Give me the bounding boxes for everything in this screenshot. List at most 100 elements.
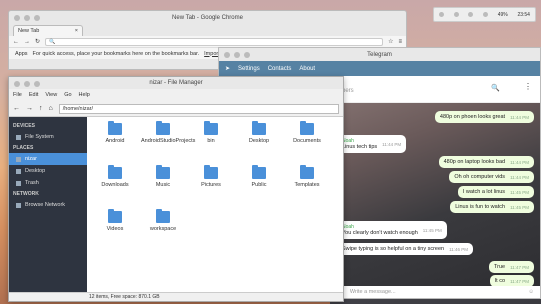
- chrome-titlebar[interactable]: New Tab - Google Chrome: [9, 11, 406, 25]
- message-input[interactable]: Write a message...: [350, 289, 523, 295]
- close-window-button[interactable]: [14, 81, 20, 87]
- emoji-icon[interactable]: ☺: [528, 289, 534, 295]
- file-item-label: Templates: [294, 182, 320, 188]
- message-time: 11:47 PM: [510, 278, 529, 284]
- chat-message[interactable]: Oh oh computer vids 11:44 PM: [449, 171, 534, 183]
- menu-file[interactable]: File: [13, 92, 22, 98]
- menu-go[interactable]: Go: [64, 92, 71, 98]
- tab-close-icon[interactable]: ×: [75, 28, 78, 34]
- sidebar-header-places: PLACES: [13, 145, 34, 151]
- chat-message[interactable]: Noah Linus tech tips 11:44 PM: [337, 135, 407, 153]
- chat-message[interactable]: Noah You clearly don't watch enough 11:45 …: [337, 221, 447, 239]
- close-window-button[interactable]: [224, 52, 230, 58]
- menu-contacts[interactable]: Contacts: [268, 66, 292, 72]
- folder-icon: [156, 209, 170, 223]
- telegram-menu: ➤ Settings Contacts About: [219, 61, 540, 76]
- sidebar-item-trash[interactable]: Trash: [9, 177, 87, 189]
- file-item-label: Downloads: [101, 182, 129, 188]
- reload-icon[interactable]: ↻: [35, 38, 40, 45]
- sidebar-item-browse-network[interactable]: Browse Network: [9, 199, 87, 211]
- search-icon[interactable]: 🔍: [491, 84, 500, 92]
- sidebar-item-desktop[interactable]: Desktop: [9, 165, 87, 177]
- back-icon[interactable]: ←: [13, 105, 20, 112]
- tray-icon-1[interactable]: [439, 12, 444, 17]
- message-time: 11:45 PM: [510, 204, 529, 210]
- more-icon[interactable]: ⋮: [524, 82, 532, 91]
- menu-icon[interactable]: ≡: [398, 39, 402, 45]
- chat-header[interactable]: ツ mbers 🔍 ⋮: [331, 76, 540, 103]
- message-time: 11:44 PM: [510, 174, 529, 180]
- path-field[interactable]: /home/nizar/: [58, 103, 339, 114]
- menu-help[interactable]: Help: [79, 92, 90, 98]
- file-item[interactable]: Templates: [285, 165, 329, 188]
- file-item[interactable]: Downloads: [93, 165, 137, 188]
- menu-about[interactable]: About: [299, 66, 315, 72]
- maximize-window-button[interactable]: [34, 15, 40, 21]
- clock[interactable]: 23:54: [517, 12, 530, 18]
- network-icon: [16, 202, 21, 208]
- minimize-window-button[interactable]: [234, 52, 240, 58]
- chat-title: ツ: [337, 79, 534, 88]
- address-bar[interactable]: 🔍: [45, 37, 384, 46]
- file-item[interactable]: Music: [141, 165, 185, 188]
- message-input-bar[interactable]: 📎 Write a message... ☺: [331, 286, 540, 298]
- star-icon[interactable]: ☆: [388, 38, 393, 45]
- chat-message[interactable]: 480p on phoen looks great 11:44 PM: [434, 111, 534, 123]
- message-time: 11:45 PM: [422, 227, 442, 233]
- tab-new-tab[interactable]: New Tab ×: [13, 25, 83, 36]
- folder-icon: [204, 165, 218, 179]
- maximize-window-button[interactable]: [244, 52, 250, 58]
- telegram-logo-icon: ➤: [225, 66, 231, 72]
- folder-icon: [156, 121, 170, 135]
- folder-icon: [108, 165, 122, 179]
- chat-message[interactable]: Linus is fun to watch 11:45 PM: [450, 201, 534, 213]
- message-time: 11:44 PM: [510, 159, 529, 165]
- apps-shortcut[interactable]: Apps: [15, 51, 28, 57]
- file-item[interactable]: bin: [189, 121, 233, 144]
- chat-message[interactable]: True 11:47 PM: [488, 261, 534, 273]
- fm-title: nizar - File Manager: [149, 80, 203, 86]
- file-item[interactable]: Videos: [93, 209, 137, 232]
- fm-toolbar: ← → ↑ ⌂ /home/nizar/: [9, 101, 343, 117]
- close-window-button[interactable]: [14, 15, 20, 21]
- folder-icon: [108, 121, 122, 135]
- forward-icon[interactable]: →: [24, 39, 30, 45]
- file-item[interactable]: Public: [237, 165, 281, 188]
- message-time: 11:47 PM: [510, 264, 529, 270]
- chat-message[interactable]: Swipe typing is so helpful on a tiny scr…: [337, 243, 474, 255]
- chat-message[interactable]: I watch a lot linus 11:45 PM: [457, 186, 534, 198]
- folder-icon: [252, 165, 266, 179]
- volume-icon[interactable]: [468, 12, 474, 17]
- sidebar-item-filesystem[interactable]: File System: [9, 131, 87, 143]
- network-icon[interactable]: [483, 12, 489, 17]
- file-item[interactable]: Desktop: [237, 121, 281, 144]
- home-icon[interactable]: ⌂: [49, 105, 53, 112]
- file-item[interactable]: Documents: [285, 121, 329, 144]
- chat-message[interactable]: 480p on laptop looks bad 11:44 PM: [438, 156, 534, 168]
- forward-icon[interactable]: →: [26, 105, 33, 112]
- menu-edit[interactable]: Edit: [29, 92, 38, 98]
- fm-titlebar[interactable]: nizar - File Manager: [9, 77, 343, 89]
- sidebar-item-home[interactable]: nizar: [9, 153, 87, 165]
- folder-icon: [156, 165, 170, 179]
- message-time: 11:45 PM: [510, 189, 529, 195]
- maximize-window-button[interactable]: [34, 81, 40, 87]
- tray-icon-2[interactable]: [453, 12, 459, 17]
- battery-level[interactable]: 49%: [498, 12, 508, 18]
- folder-icon: [300, 165, 314, 179]
- minimize-window-button[interactable]: [24, 15, 30, 21]
- up-icon[interactable]: ↑: [39, 105, 43, 112]
- telegram-titlebar[interactable]: Telegram: [219, 48, 540, 61]
- chrome-title: New Tab - Google Chrome: [172, 15, 243, 21]
- menu-view[interactable]: View: [45, 92, 57, 98]
- file-item-label: Videos: [106, 226, 124, 232]
- message-text: I watch a lot linus: [462, 189, 506, 195]
- bookmarks-hint: For quick access, place your bookmarks h…: [32, 50, 200, 57]
- file-item[interactable]: Android: [93, 121, 137, 144]
- menu-settings[interactable]: Settings: [238, 66, 260, 72]
- back-icon[interactable]: ←: [13, 39, 19, 45]
- file-item[interactable]: AndroidStudioProjects: [141, 121, 195, 144]
- minimize-window-button[interactable]: [24, 81, 30, 87]
- file-item[interactable]: workspace: [141, 209, 185, 232]
- file-item[interactable]: Pictures: [189, 165, 233, 188]
